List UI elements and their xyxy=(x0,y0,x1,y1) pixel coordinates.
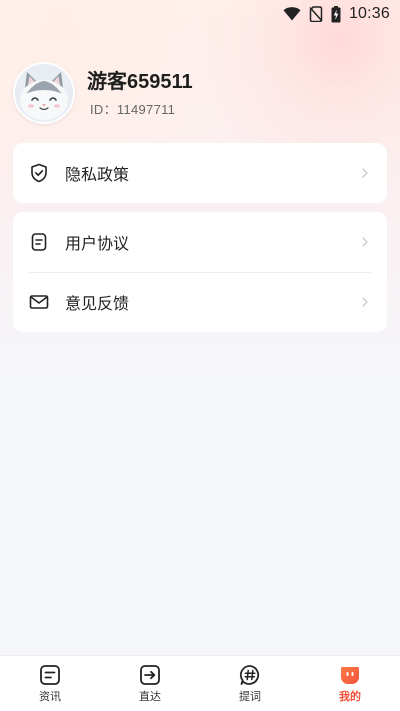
shield-check-icon xyxy=(29,163,49,183)
chevron-right-icon xyxy=(359,296,371,308)
document-icon xyxy=(29,232,49,252)
username: 游客659511 xyxy=(87,70,193,93)
chevron-right-icon xyxy=(359,167,371,179)
avatar[interactable] xyxy=(13,62,75,124)
tab-direct[interactable]: 直达 xyxy=(100,656,200,711)
status-time: 10:36 xyxy=(348,5,390,22)
battery-charging-icon xyxy=(331,5,341,23)
settings-card: 用户协议 意见反馈 xyxy=(13,212,387,332)
menu-item-user-agreement[interactable]: 用户协议 xyxy=(13,212,387,273)
menu-item-label: 意见反馈 xyxy=(65,294,130,313)
status-bar: 10:36 xyxy=(0,0,400,28)
wifi-icon xyxy=(283,7,301,21)
tab-label: 我的 xyxy=(339,690,361,703)
menu-item-label: 用户协议 xyxy=(65,234,130,253)
cat-avatar-icon xyxy=(15,64,73,122)
tab-label: 资讯 xyxy=(39,690,61,703)
menu-item-feedback[interactable]: 意见反馈 xyxy=(13,272,387,332)
hashtag-icon xyxy=(239,664,261,686)
user-id: ID：11497711 xyxy=(90,101,176,117)
tab-label: 直达 xyxy=(139,690,161,703)
news-icon xyxy=(39,664,61,686)
menu-item-label: 隐私政策 xyxy=(65,165,130,184)
bottom-tab-bar: 资讯 直达 提词 我的 xyxy=(0,655,400,711)
mine-icon xyxy=(339,664,361,686)
tab-news[interactable]: 资讯 xyxy=(0,656,100,711)
tab-mine[interactable]: 我的 xyxy=(300,656,400,711)
user-profile[interactable]: 游客659511 ID：11497711 xyxy=(13,62,193,124)
direct-arrow-icon xyxy=(139,664,161,686)
tab-label: 提词 xyxy=(239,690,261,703)
chevron-right-icon xyxy=(359,236,371,248)
mail-icon xyxy=(29,292,49,312)
privacy-card: 隐私政策 xyxy=(13,143,387,203)
menu-item-privacy-policy[interactable]: 隐私政策 xyxy=(13,143,387,203)
tab-prompter[interactable]: 提词 xyxy=(200,656,300,711)
no-sim-icon xyxy=(309,6,323,22)
